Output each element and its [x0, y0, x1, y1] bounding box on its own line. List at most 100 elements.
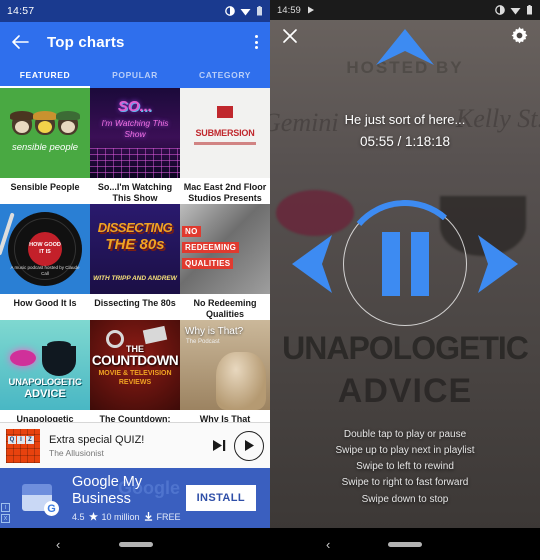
forward-arrow-icon[interactable]: [476, 233, 522, 295]
nav-back-icon[interactable]: ‹: [326, 537, 330, 552]
grid-item[interactable]: NO REDEEMING QUALITIES No Redeeming Qual…: [180, 204, 270, 320]
artwork-subtext: REDEEMING: [182, 242, 240, 253]
podcast-artwork: DISSECTING THE 80s WITH TRIPP AND ANDREW: [90, 204, 180, 294]
play-indicator-icon: [307, 6, 314, 14]
hint-swipe-right: Swipe to right to fast forward: [341, 477, 469, 489]
artwork-subtext: I'm Watching This Show: [101, 118, 169, 139]
vinyl-record-icon: HOW GOOD IT IS A music podcast hosted by…: [8, 212, 82, 286]
artwork-text: SO...: [117, 98, 153, 115]
status-bar: 14:57: [0, 0, 270, 22]
clapperboard-icon: [142, 325, 168, 345]
now-playing-title: Extra special QUIZ!: [49, 433, 145, 446]
grid-item[interactable]: sensible people Sensible People: [0, 88, 90, 204]
podcast-artwork: SO... I'm Watching This Show: [90, 88, 180, 178]
podcast-app-screen: 14:57 Top charts FEATURED POPULAR CATEGO…: [0, 0, 270, 560]
dnd-icon: [225, 6, 235, 16]
grid-item[interactable]: DISSECTING THE 80s WITH TRIPP AND ANDREW…: [90, 204, 180, 320]
artwork-rule: [194, 142, 256, 145]
now-playing-thumbnail: Q I Z: [6, 428, 40, 463]
thumb-letter: Q: [8, 435, 16, 444]
hint-swipe-down: Swipe down to stop: [361, 493, 449, 505]
download-icon: [144, 512, 152, 521]
star-icon: [88, 512, 98, 521]
google-my-business-icon: G: [20, 478, 60, 518]
artwork-subtext: A music podcast hosted by Claude Call: [10, 265, 80, 277]
grid-item[interactable]: SO... I'm Watching This Show So...I'm Wa…: [90, 88, 180, 204]
wifi-icon: [240, 8, 251, 15]
artwork-text: HOW GOOD IT IS: [28, 232, 62, 266]
play-button[interactable]: [234, 430, 264, 461]
ad-text: Google My Business 4.5 10 million FREE: [72, 474, 181, 521]
grid-item[interactable]: SUBMERSION Mac East 2nd Floor Studios Pr…: [180, 88, 270, 204]
status-clock: 14:57: [7, 5, 35, 17]
tab-bar: FEATURED POPULAR CATEGORY: [0, 62, 270, 88]
grid-item[interactable]: HOW GOOD IT IS A music podcast hosted by…: [0, 204, 90, 320]
tab-featured[interactable]: FEATURED: [0, 62, 90, 88]
nav-back-icon[interactable]: ‹: [56, 537, 60, 552]
google-g-glyph: G: [44, 501, 59, 516]
mini-player[interactable]: Q I Z Extra special QUIZ! The Allusionis…: [0, 422, 270, 468]
close-icon[interactable]: [282, 28, 298, 44]
now-playing-podcast: The Allusionist: [49, 447, 104, 458]
ad-banner[interactable]: i x Google G Google My Business 4.5 10 m…: [0, 468, 270, 528]
dnd-icon: [495, 5, 505, 15]
grid-item[interactable]: UNAPOLOGETIC ADVICE Unapologetic Advice: [0, 320, 90, 436]
install-button[interactable]: INSTALL: [185, 485, 256, 511]
artwork-text: NO: [182, 226, 201, 237]
overflow-menu-icon[interactable]: [255, 35, 258, 49]
play-pause-button[interactable]: [336, 195, 474, 333]
artwork-text: DISSECTING: [97, 220, 173, 235]
podcast-artwork: UNAPOLOGETIC ADVICE: [0, 320, 90, 410]
thumb-letter: I: [17, 435, 25, 444]
artwork-text: SUBMERSION: [195, 128, 255, 138]
podcast-artwork: HOW GOOD IT IS A music podcast hosted by…: [0, 204, 90, 294]
bg-title-line1: UNAPOLOGETIC: [282, 330, 529, 366]
chevron-up-icon[interactable]: [374, 26, 436, 68]
ad-marks: i x: [1, 503, 10, 523]
back-arrow-icon[interactable]: [12, 35, 29, 49]
grid-item-caption: Mac East 2nd Floor Studios Presents: [183, 182, 267, 203]
ad-info-icon[interactable]: i: [1, 503, 10, 512]
wifi-icon: [510, 7, 521, 14]
app-bar: Top charts: [0, 22, 270, 62]
home-pill-icon[interactable]: [119, 541, 153, 547]
hint-swipe-left: Swipe to left to rewind: [356, 461, 454, 473]
lips-icon: [10, 350, 36, 366]
artwork-text: sensible people: [11, 142, 79, 153]
retro-grid-decoration: [90, 148, 180, 178]
progress-arc: [336, 195, 474, 333]
grid-item[interactable]: Why is That? The Podcast Why Is That Pod…: [180, 320, 270, 436]
monkey-face-icon: [10, 111, 34, 135]
building-icon: [217, 106, 233, 118]
player-top-controls: [270, 24, 540, 65]
status-icons: [225, 6, 263, 16]
artwork-subtext-2: MOVIE & TELEVISION: [98, 370, 172, 377]
hint-double-tap: Double tap to play or pause: [343, 428, 467, 440]
grid-item-caption: Sensible People: [10, 182, 80, 192]
now-playing-meta: Extra special QUIZ! The Allusionist: [49, 434, 208, 458]
home-pill-icon[interactable]: [388, 541, 422, 547]
rewind-arrow-icon[interactable]: [288, 233, 334, 295]
tab-popular[interactable]: POPULAR: [90, 62, 180, 88]
ad-stats: 4.5 10 million FREE: [72, 512, 181, 522]
skip-next-button[interactable]: [208, 439, 230, 452]
artwork-subtext-3: REVIEWS: [118, 379, 152, 386]
grid-item-caption: So...I'm Watching This Show: [97, 182, 173, 203]
status-icons: [495, 5, 533, 15]
ad-price: FREE: [156, 511, 181, 522]
ad-close-icon[interactable]: x: [1, 514, 10, 523]
gear-icon[interactable]: [511, 27, 528, 44]
battery-icon: [257, 6, 262, 16]
dual-screenshot: 14:57 Top charts FEATURED POPULAR CATEGO…: [0, 0, 540, 560]
grid-item[interactable]: THE COUNTDOWN MOVIE & TELEVISION REVIEWS…: [90, 320, 180, 436]
monkey-face-icon: [33, 111, 57, 135]
episode-title: He just sort of here...: [344, 112, 466, 127]
playback-time: 05:55 / 1:18:18: [359, 134, 451, 149]
ad-rating: 4.5: [72, 511, 85, 522]
artwork-subtext: The Podcast: [186, 339, 220, 345]
ad-title-line1: Google My: [72, 474, 143, 491]
artwork-subtext: ADVICE: [24, 388, 66, 400]
tab-category[interactable]: CATEGORY: [180, 62, 270, 88]
artwork-subtext-2: WITH TRIPP AND ANDREW: [93, 275, 177, 283]
ad-title-line2: Business: [72, 491, 131, 507]
